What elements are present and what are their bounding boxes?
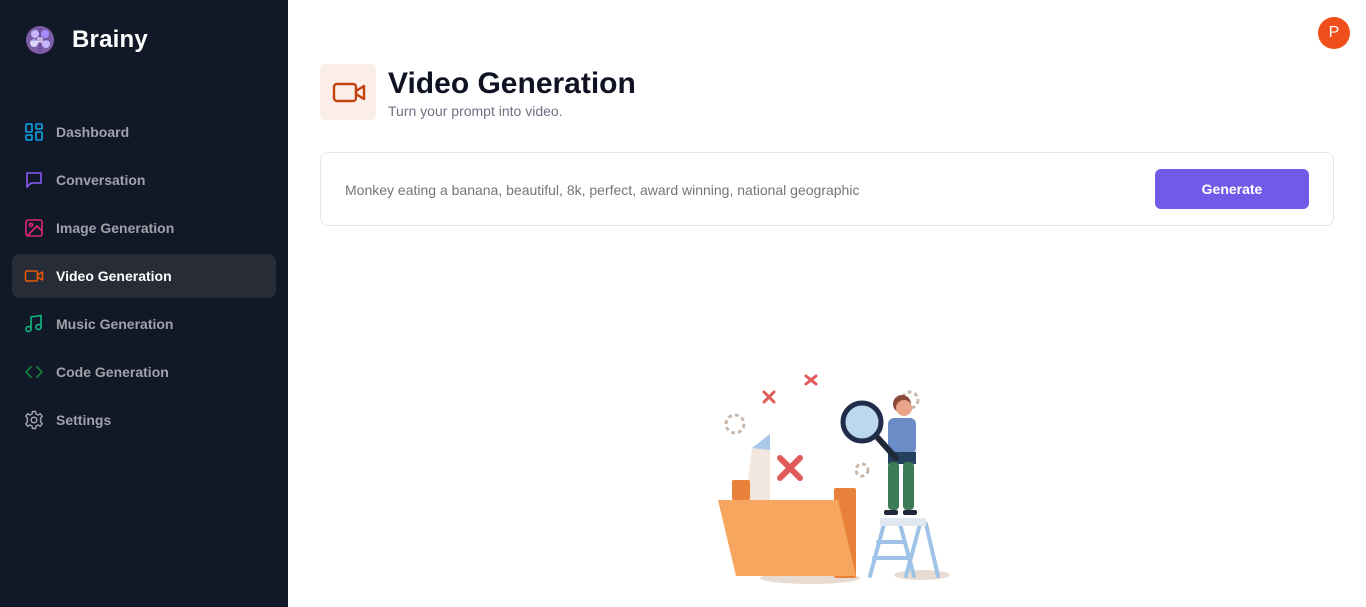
- sidebar-item-dashboard[interactable]: Dashboard: [12, 110, 276, 154]
- sidebar: Brainy Dashboard Conversation Image Gene…: [0, 0, 288, 607]
- music-icon: [24, 314, 44, 334]
- heading-text: Video Generation Turn your prompt into v…: [388, 66, 636, 119]
- sidebar-item-label: Conversation: [56, 172, 146, 188]
- sidebar-item-label: Video Generation: [56, 268, 172, 284]
- brain-logo-icon: [26, 26, 54, 54]
- brand[interactable]: Brainy: [24, 24, 148, 56]
- prompt-form: Generate: [320, 152, 1334, 226]
- sidebar-item-label: Code Generation: [56, 364, 169, 380]
- sidebar-nav: Dashboard Conversation Image Generation: [12, 110, 276, 446]
- sidebar-item-image-generation[interactable]: Image Generation: [12, 206, 276, 250]
- page-icon-badge: [320, 64, 376, 120]
- brand-name: Brainy: [72, 26, 148, 53]
- sidebar-item-label: Music Generation: [56, 316, 174, 332]
- dashboard-icon: [24, 122, 44, 142]
- sidebar-item-settings[interactable]: Settings: [12, 398, 276, 442]
- sidebar-item-label: Image Generation: [56, 220, 175, 236]
- sidebar-item-music-generation[interactable]: Music Generation: [12, 302, 276, 346]
- image-icon: [24, 218, 44, 238]
- sidebar-item-conversation[interactable]: Conversation: [12, 158, 276, 202]
- video-icon: [332, 82, 366, 103]
- prompt-input[interactable]: [345, 177, 1145, 203]
- page-subtitle: Turn your prompt into video.: [388, 102, 563, 119]
- page-heading: Video Generation Turn your prompt into v…: [320, 64, 636, 120]
- sidebar-item-label: Settings: [56, 412, 112, 428]
- message-square-icon: [24, 170, 44, 190]
- sidebar-item-code-generation[interactable]: Code Generation: [12, 350, 276, 394]
- sidebar-item-label: Dashboard: [56, 124, 130, 140]
- page-title: Video Generation: [388, 66, 636, 100]
- empty-state-illustration: [700, 360, 970, 600]
- code-icon: [24, 362, 44, 382]
- avatar-letter: P: [1328, 24, 1340, 41]
- generate-button[interactable]: Generate: [1155, 169, 1309, 209]
- sidebar-item-video-generation[interactable]: Video Generation: [12, 254, 276, 298]
- video-icon: [24, 266, 44, 286]
- settings-icon: [24, 410, 44, 430]
- user-avatar[interactable]: P: [1318, 17, 1350, 49]
